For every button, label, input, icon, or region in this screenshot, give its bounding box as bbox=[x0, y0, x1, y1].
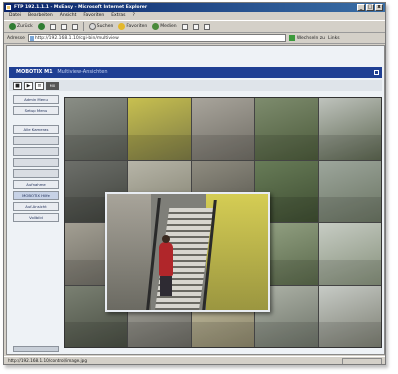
sidebar-footer bbox=[13, 346, 59, 352]
stop-button[interactable] bbox=[49, 23, 56, 30]
go-label: Wechseln zu bbox=[296, 35, 325, 41]
menu-item-help[interactable]: ? bbox=[132, 12, 134, 20]
menu-item-extras[interactable]: Extras bbox=[111, 12, 125, 20]
menu-bar: Datei Bearbeiten Ansicht Favoriten Extra… bbox=[4, 12, 385, 20]
favorites-label: Favoriten bbox=[126, 24, 148, 29]
sidebar-empty-2[interactable] bbox=[13, 147, 59, 156]
home-button[interactable] bbox=[71, 23, 78, 30]
links-button[interactable]: Links bbox=[328, 36, 340, 41]
person-figure bbox=[159, 242, 173, 276]
favorites-button[interactable]: Favoriten bbox=[118, 23, 147, 30]
address-bar: Adresse http://192.168.1.10/cgi-bin/mult… bbox=[4, 33, 385, 44]
app-subtitle: Multiview-Ansichten bbox=[57, 69, 108, 75]
stop-control-button[interactable]: ■ bbox=[13, 81, 22, 90]
play-control-button[interactable]: ▶ bbox=[24, 81, 33, 90]
print-icon bbox=[203, 23, 210, 30]
camera-tile-cam-1[interactable] bbox=[65, 98, 128, 160]
history-button[interactable] bbox=[181, 23, 188, 30]
go-arrow-icon bbox=[288, 35, 295, 41]
forward-arrow-icon bbox=[37, 23, 45, 30]
stop-icon bbox=[49, 23, 56, 30]
sidebar: Admin Menu Setup Menu Alle Kameras Aufna… bbox=[13, 95, 59, 353]
menu-item-datei[interactable]: Datei bbox=[9, 12, 21, 20]
header-box-icon[interactable] bbox=[374, 70, 379, 75]
refresh-button[interactable] bbox=[60, 23, 67, 30]
sidebar-empty-3[interactable] bbox=[13, 158, 59, 167]
address-label: Adresse bbox=[7, 35, 25, 41]
media-label: Medien bbox=[160, 24, 177, 29]
toolbar: Zurück Suchen Favoriten Medien bbox=[4, 20, 385, 33]
camera-tile-cam-4[interactable] bbox=[255, 98, 318, 160]
address-input[interactable]: http://192.168.1.10/cgi-bin/multiview bbox=[27, 34, 286, 42]
camera-tile-cam-2[interactable] bbox=[128, 98, 191, 160]
page-icon bbox=[29, 36, 34, 41]
home-icon bbox=[71, 23, 78, 30]
toolbar-divider bbox=[82, 22, 84, 31]
layout-control-button[interactable]: ≡ bbox=[35, 81, 44, 90]
status-text: http://192.168.1.10/control/image.jpg bbox=[8, 358, 87, 363]
history-icon bbox=[181, 23, 188, 30]
title-bar: FTP 192.1.1.1 - MxEasy - Microsoft Inter… bbox=[4, 3, 385, 12]
sidebar-admin-menu[interactable]: Admin Menu bbox=[13, 95, 59, 104]
window-title: FTP 192.1.1.1 - MxEasy - Microsoft Inter… bbox=[14, 5, 148, 10]
close-button[interactable]: x bbox=[375, 4, 383, 11]
back-label: Zurück bbox=[17, 24, 33, 29]
address-value: http://192.168.1.10/cgi-bin/multiview bbox=[34, 36, 119, 41]
go-button[interactable]: Wechseln zu bbox=[288, 35, 325, 41]
search-label: Suchen bbox=[96, 24, 114, 29]
minimize-button[interactable]: _ bbox=[357, 4, 365, 11]
star-icon bbox=[118, 23, 126, 30]
search-button[interactable]: Suchen bbox=[88, 23, 114, 30]
print-button[interactable] bbox=[203, 23, 210, 30]
sidebar-empty-1[interactable] bbox=[13, 136, 59, 145]
back-arrow-icon bbox=[9, 23, 16, 30]
maximize-button[interactable]: □ bbox=[366, 4, 374, 11]
security-zone-indicator bbox=[342, 358, 382, 364]
browser-window: FTP 192.1.1.1 - MxEasy - Microsoft Inter… bbox=[3, 2, 386, 365]
sidebar-help[interactable]: MOBOTIX Hilfe bbox=[13, 191, 59, 200]
page-content: MOBOTIX M1 Multiview-Ansichten ■ ▶ ≡ MX … bbox=[6, 45, 385, 355]
media-button[interactable]: Medien bbox=[152, 23, 177, 30]
browser-icon bbox=[6, 5, 11, 10]
refresh-icon bbox=[60, 23, 67, 30]
sidebar-recording[interactable]: Aufnahme bbox=[13, 180, 59, 189]
camera-tile-cam-15[interactable] bbox=[318, 223, 381, 285]
sidebar-view[interactable]: Auf-Ansicht bbox=[13, 202, 59, 211]
menu-item-favoriten[interactable]: Favoriten bbox=[83, 12, 104, 20]
app-title: MOBOTIX M1 bbox=[16, 69, 53, 75]
camera-tile-cam-5[interactable] bbox=[318, 98, 381, 160]
mx-tag-button[interactable]: MX bbox=[46, 81, 59, 90]
back-button[interactable]: Zurück bbox=[9, 23, 33, 30]
menu-item-bearbeiten[interactable]: Bearbeiten bbox=[28, 12, 53, 20]
menu-item-ansicht[interactable]: Ansicht bbox=[60, 12, 77, 20]
wall-left bbox=[107, 194, 151, 310]
status-bar: http://192.168.1.10/control/image.jpg bbox=[4, 356, 385, 364]
sidebar-fullscreen[interactable]: Vollbild bbox=[13, 213, 59, 222]
person-head bbox=[162, 235, 170, 243]
search-icon bbox=[88, 23, 96, 30]
sidebar-all-cameras[interactable]: Alle Kameras bbox=[13, 125, 59, 134]
sidebar-empty-4[interactable] bbox=[13, 169, 59, 178]
media-icon bbox=[152, 23, 160, 30]
sidebar-setup-menu[interactable]: Setup Menu bbox=[13, 106, 59, 115]
enlarged-camera-view[interactable] bbox=[105, 192, 270, 312]
control-bar: ■ ▶ ≡ MX bbox=[9, 80, 382, 91]
forward-button[interactable] bbox=[37, 23, 45, 30]
camera-tile-cam-10[interactable] bbox=[318, 160, 381, 222]
app-header: MOBOTIX M1 Multiview-Ansichten bbox=[9, 67, 382, 78]
mail-button[interactable] bbox=[192, 23, 199, 30]
mail-icon bbox=[192, 23, 199, 30]
camera-tile-cam-3[interactable] bbox=[191, 98, 255, 160]
camera-tile-cam-20[interactable] bbox=[318, 285, 381, 347]
person-legs bbox=[160, 276, 172, 296]
